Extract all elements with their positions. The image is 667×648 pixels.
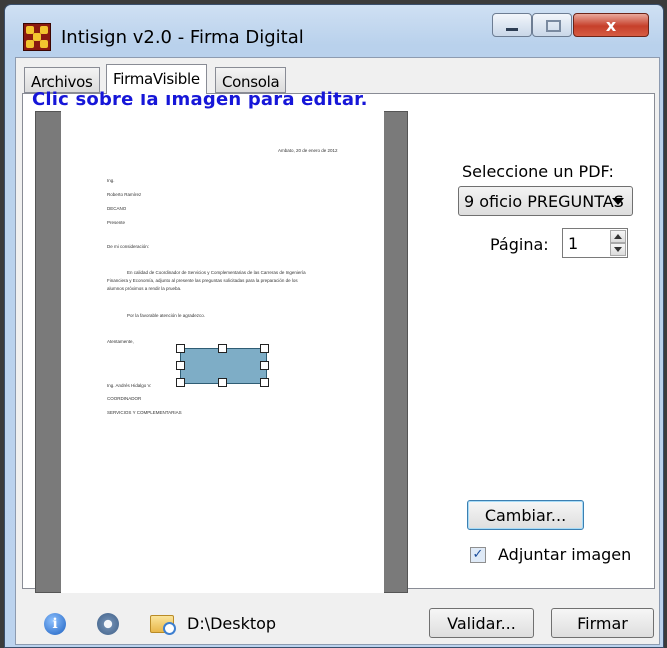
validate-button[interactable]: Validar... (429, 608, 534, 638)
doc-line: COORDINADOR (107, 396, 142, 401)
doc-line: Roberto Ramírez (107, 192, 142, 197)
attach-image-label: Adjuntar imagen (498, 545, 632, 564)
sign-button[interactable]: Firmar (551, 608, 654, 638)
change-image-button[interactable]: Cambiar... (467, 500, 584, 530)
doc-line: SERVICIOS Y COMPLEMENTARIAS (107, 410, 182, 415)
doc-line: Presente (107, 220, 126, 225)
document-preview[interactable]: Ambato, 20 de enero de 2012 Ing. Roberto… (35, 111, 408, 593)
spin-up-icon[interactable] (610, 230, 626, 243)
resize-handle[interactable] (260, 344, 269, 353)
spin-down-icon[interactable] (610, 243, 626, 256)
pdf-page[interactable]: Ambato, 20 de enero de 2012 Ing. Roberto… (61, 111, 384, 593)
dropdown-arrow-icon (612, 198, 624, 205)
close-button[interactable]: x (573, 13, 649, 37)
app-window: Intisign v2.0 - Firma Digital x Archivos… (4, 4, 664, 648)
doc-line: En calidad de Coordinador de Servicios y… (127, 270, 306, 275)
doc-line: Atentamente, (107, 339, 134, 344)
doc-line: alumnos próximos a rendir la prueba. (107, 286, 182, 291)
doc-line: Por la favorable atención le agradezco. (127, 313, 206, 318)
close-icon: x (605, 15, 617, 35)
page-label: Página: (490, 235, 549, 254)
resize-handle[interactable] (176, 361, 185, 370)
doc-line: Ing. (107, 178, 115, 183)
checkbox-check-icon: ✓ (472, 547, 484, 562)
page-value[interactable]: 1 (568, 234, 578, 253)
resize-handle[interactable] (260, 361, 269, 370)
attach-image-checkbox[interactable]: ✓ (470, 547, 486, 563)
maximize-button[interactable] (532, 13, 572, 37)
folder-path: D:\Desktop (187, 614, 277, 633)
info-icon[interactable]: i (44, 613, 66, 635)
folder-search-icon[interactable] (150, 615, 176, 635)
tab-firma-visible[interactable]: FirmaVisible (106, 64, 207, 94)
resize-handle[interactable] (176, 378, 185, 387)
settings-gear-icon[interactable] (97, 613, 119, 635)
minimize-button[interactable] (492, 13, 532, 37)
resize-handle[interactable] (260, 378, 269, 387)
pdf-select[interactable]: 9 oficio PREGUNTAS (458, 186, 633, 216)
resize-handle[interactable] (176, 344, 185, 353)
pdf-select-label: Seleccione un PDF: (462, 162, 614, 181)
doc-line: De mi consideración: (107, 244, 150, 249)
resize-handle[interactable] (218, 378, 227, 387)
doc-line: DECANO (107, 206, 127, 211)
page-stepper[interactable]: 1 (562, 228, 628, 258)
resize-handle[interactable] (218, 344, 227, 353)
window-title: Intisign v2.0 - Firma Digital (61, 27, 304, 48)
doc-line: Ing. Andrés Hidalgo V. (107, 383, 152, 388)
doc-line: Financiera y Economía, adjunto al presen… (107, 278, 298, 283)
doc-date: Ambato, 20 de enero de 2012 (278, 148, 338, 153)
app-logo-icon (23, 23, 51, 51)
pdf-select-value: 9 oficio PREGUNTAS (464, 192, 624, 211)
title-bar[interactable]: Intisign v2.0 - Firma Digital x (5, 5, 663, 57)
